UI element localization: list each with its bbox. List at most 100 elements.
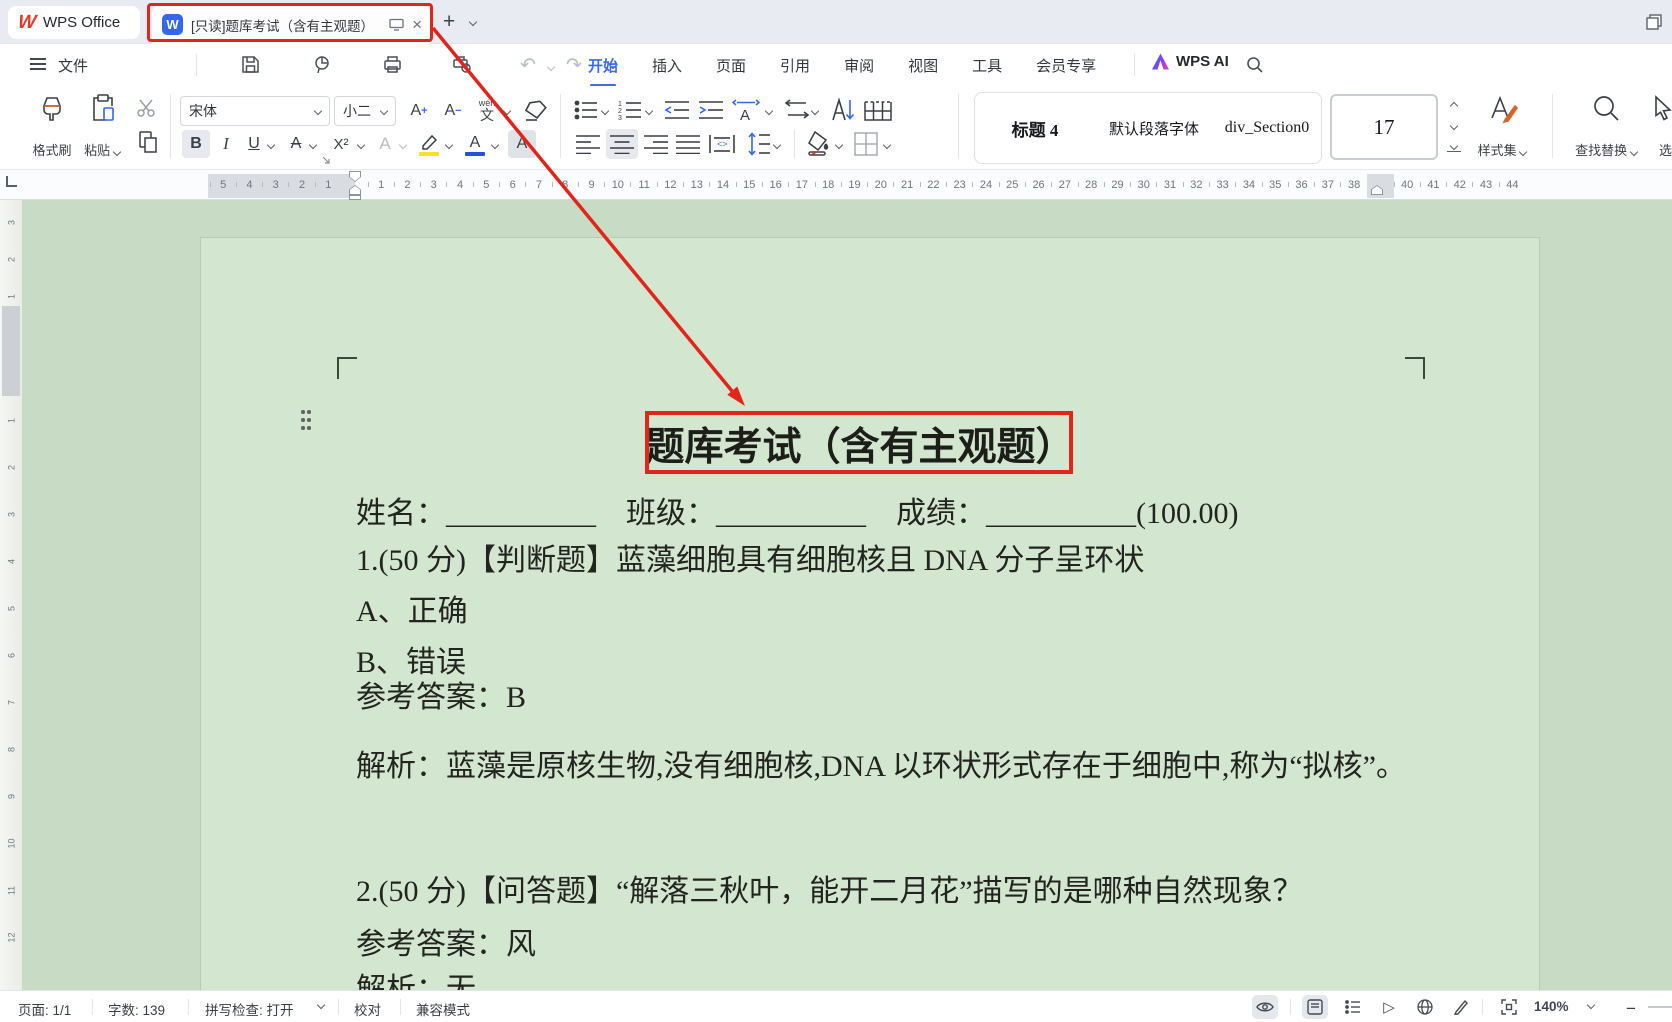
save-icon[interactable]: [240, 54, 261, 75]
superscript-button[interactable]: X²: [326, 130, 356, 158]
shading-chevron-icon[interactable]: [835, 141, 843, 149]
align-left-icon[interactable]: [576, 134, 600, 154]
document-tab[interactable]: W [只读]题库考试（含有主观题） ×: [152, 5, 430, 44]
tab-tools[interactable]: 工具: [972, 55, 1002, 76]
tab-review[interactable]: 审阅: [844, 55, 874, 76]
zoom-level[interactable]: 140%: [1534, 999, 1569, 1014]
decrease-font-button[interactable]: A−: [438, 96, 468, 126]
global-menu-icon[interactable]: [30, 58, 46, 70]
highlight-color-button[interactable]: [416, 128, 442, 158]
fit-page-icon[interactable]: [1496, 995, 1522, 1019]
char-scale-icon[interactable]: A: [732, 96, 762, 122]
text-direction-chevron-icon[interactable]: [811, 107, 819, 115]
line-spacing-icon[interactable]: [744, 132, 770, 156]
line-spacing-chevron-icon[interactable]: [773, 141, 781, 149]
justify-icon[interactable]: [676, 134, 700, 154]
zoom-out-button[interactable]: −: [1626, 999, 1636, 1019]
spell-check[interactable]: 拼写检查: 打开: [205, 999, 294, 1019]
style-default-paragraph[interactable]: 默认段落字体: [1095, 118, 1213, 139]
font-dialog-launcher-icon[interactable]: [322, 156, 331, 165]
share-screen-icon[interactable]: [389, 18, 404, 31]
strikethrough-button[interactable]: A: [284, 130, 308, 158]
export-pdf-icon[interactable]: [312, 54, 333, 75]
find-replace-icon[interactable]: [1592, 94, 1620, 122]
answer-1[interactable]: 参考答案：B: [356, 672, 526, 716]
font-color-chevron-icon[interactable]: [491, 141, 499, 149]
style-gallery-more-icon[interactable]: [1447, 140, 1461, 152]
brand-pill[interactable]: W WPS Office: [8, 6, 140, 39]
distribute-icon[interactable]: <>: [708, 134, 736, 154]
horizontal-ruler[interactable]: 54321 1234567891011121314151617181920212…: [0, 170, 1672, 200]
char-scale-chevron-icon[interactable]: [765, 107, 773, 115]
web-layout-icon[interactable]: [1412, 995, 1438, 1019]
font-color-button[interactable]: A: [462, 128, 488, 158]
char-shading-button[interactable]: A: [508, 130, 536, 158]
paste-label[interactable]: 粘贴: [74, 140, 130, 159]
underline-button[interactable]: U: [242, 130, 266, 158]
increase-font-button[interactable]: A+: [404, 96, 434, 126]
document-page[interactable]: 题库考试（含有主观题） 姓名：__________ 班级：__________ …: [200, 237, 1540, 990]
clear-format-icon[interactable]: [522, 98, 548, 122]
tab-stop-selector-icon[interactable]: [6, 176, 17, 187]
explanation-2[interactable]: 解析：无: [356, 964, 476, 990]
tab-reference[interactable]: 引用: [780, 55, 810, 76]
selection-pane-icon[interactable]: [1652, 95, 1672, 121]
style-scroll-down-icon[interactable]: [1447, 120, 1461, 132]
increase-indent-icon[interactable]: [698, 99, 724, 121]
search-icon[interactable]: [1246, 56, 1264, 74]
compat-mode[interactable]: 兼容模式: [416, 999, 470, 1019]
style-div-section0[interactable]: div_Section0: [1213, 119, 1321, 137]
text-direction-icon[interactable]: [784, 99, 810, 121]
paragraph-drag-handle-icon[interactable]: [297, 409, 317, 435]
outline-view-icon[interactable]: [1340, 995, 1366, 1019]
pen-annotate-icon[interactable]: [1448, 995, 1474, 1019]
play-slideshow-icon[interactable]: ▷: [1376, 995, 1402, 1019]
tab-close-icon[interactable]: ×: [412, 15, 422, 35]
sort-icon[interactable]: [830, 96, 856, 122]
style-heading4[interactable]: 标题 4: [975, 116, 1095, 141]
zoom-slider[interactable]: [1648, 1006, 1672, 1008]
answer-2[interactable]: 参考答案：风: [356, 919, 536, 963]
style-set-label[interactable]: 样式集: [1464, 140, 1540, 159]
tab-home[interactable]: 开始: [588, 55, 618, 76]
numbered-list-icon[interactable]: 1 2 3: [618, 99, 642, 121]
style-scroll-up-icon[interactable]: [1447, 100, 1461, 112]
word-count[interactable]: 字数: 139: [108, 999, 165, 1019]
decrease-indent-icon[interactable]: [664, 99, 690, 121]
menu-file[interactable]: 文件: [58, 55, 88, 76]
borders-chevron-icon[interactable]: [883, 141, 891, 149]
shading-fill-icon[interactable]: [806, 130, 832, 156]
selection-pane-label[interactable]: 选择: [1646, 140, 1672, 159]
bullet-list-icon[interactable]: [574, 99, 598, 121]
pinyin-guide-button[interactable]: wén 文: [474, 92, 500, 128]
style-set-icon[interactable]: [1488, 94, 1518, 124]
style-selected[interactable]: 17: [1330, 94, 1438, 160]
print-icon[interactable]: [382, 54, 403, 75]
eye-protection-icon[interactable]: [1252, 995, 1278, 1019]
find-replace-label[interactable]: 查找替换: [1560, 140, 1652, 159]
question-2[interactable]: 2.(50 分)【问答题】“解落三秋叶，能开二月花”描写的是哪种自然现象？: [356, 866, 1303, 910]
align-right-icon[interactable]: [644, 134, 668, 154]
paste-icon[interactable]: [90, 93, 116, 123]
font-size-select[interactable]: 小二: [334, 96, 396, 126]
tab-view[interactable]: 视图: [908, 55, 938, 76]
question-1[interactable]: 1.(50 分)【判断题】蓝藻细胞具有细胞核且 DNA 分子呈环状: [356, 535, 1144, 579]
format-painter-label[interactable]: 格式刷: [22, 140, 82, 159]
print-preview-icon[interactable]: [452, 54, 473, 75]
page-indicator[interactable]: 页面: 1/1: [18, 999, 71, 1019]
strikethrough-chevron-icon[interactable]: [309, 141, 317, 149]
format-painter-icon[interactable]: [38, 94, 66, 124]
table-layout-icon[interactable]: [864, 99, 892, 121]
new-tab-button[interactable]: +: [443, 10, 455, 34]
pinyin-chevron-icon[interactable]: [503, 107, 511, 115]
window-restore-icon[interactable]: [1645, 13, 1663, 31]
spell-check-chevron-icon[interactable]: [317, 1001, 325, 1009]
italic-button[interactable]: I: [214, 130, 238, 158]
copy-icon[interactable]: [138, 130, 158, 154]
font-name-select[interactable]: 宋体: [180, 96, 330, 126]
tab-insert[interactable]: 插入: [652, 55, 682, 76]
info-line[interactable]: 姓名：__________ 班级：__________ 成绩：_________…: [356, 488, 1238, 532]
vertical-ruler[interactable]: 321 123456789101112: [0, 200, 22, 990]
borders-icon[interactable]: [854, 132, 878, 156]
tab-list-chevron-icon[interactable]: [469, 18, 477, 26]
